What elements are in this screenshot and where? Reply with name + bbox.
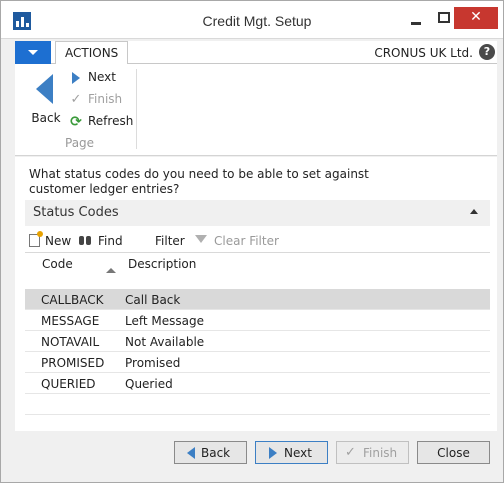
ribbon-back-button[interactable]: Back <box>29 72 63 132</box>
filter-label: Filter <box>155 234 185 248</box>
chevron-down-icon <box>28 50 38 55</box>
cell-description: Left Message <box>125 314 204 328</box>
ribbon-group-divider <box>136 69 137 149</box>
cell-code: QUERIED <box>41 377 96 391</box>
next-label: Next <box>284 446 312 460</box>
new-label: New <box>45 234 72 248</box>
minimize-icon <box>411 22 421 25</box>
company-name[interactable]: CRONUS UK Ltd. <box>374 46 473 60</box>
table-row[interactable]: CALLBACK Call Back <box>25 289 490 310</box>
table-row-empty[interactable] <box>25 394 490 415</box>
sort-ascending-icon <box>106 268 116 273</box>
clear-filter-label: Clear Filter <box>214 234 279 248</box>
table-row[interactable]: NOTAVAIL Not Available <box>25 331 490 352</box>
column-header-code[interactable]: Code <box>42 257 73 271</box>
title-bar: Credit Mgt. Setup ✕ <box>1 1 503 39</box>
fasttab-title: Status Codes <box>33 205 119 220</box>
column-header-description[interactable]: Description <box>128 257 196 271</box>
cell-code: CALLBACK <box>41 293 104 307</box>
minimize-button[interactable] <box>402 7 430 29</box>
ribbon-next-label: Next <box>88 70 116 84</box>
application-menu-button[interactable] <box>15 41 51 64</box>
cell-description: Queried <box>125 377 173 391</box>
back-label: Back <box>201 446 231 460</box>
checkmark-icon: ✓ <box>70 92 82 107</box>
table-row[interactable]: QUERIED Queried <box>25 373 490 394</box>
find-button[interactable]: Find <box>79 234 123 248</box>
tab-actions[interactable]: ACTIONS <box>55 41 129 65</box>
next-arrow-icon <box>269 447 277 459</box>
wizard-content: What status codes do you need to be able… <box>15 157 497 431</box>
clear-filter-button: Clear Filter <box>195 234 279 248</box>
subpage-action-bar: New Find Filter Clear Filter <box>25 231 490 253</box>
dialog-window: Credit Mgt. Setup ✕ ACTIONS CRONUS UK Lt… <box>0 0 504 483</box>
cell-code: MESSAGE <box>41 314 100 328</box>
clear-filter-icon <box>195 234 209 247</box>
help-icon[interactable]: ? <box>479 44 495 60</box>
maximize-icon <box>438 12 450 23</box>
table-header: Code Description <box>25 253 490 283</box>
table-body: CALLBACK Call Back MESSAGE Left Message … <box>25 289 490 415</box>
checkmark-icon: ✓ <box>345 445 356 460</box>
collapse-icon[interactable] <box>470 209 478 214</box>
close-label: Close <box>437 446 470 460</box>
finish-button: ✓ Finish <box>336 441 409 464</box>
close-window-button[interactable]: ✕ <box>454 7 498 29</box>
cell-code: NOTAVAIL <box>41 335 100 349</box>
cell-description: Not Available <box>125 335 205 349</box>
close-icon: ✕ <box>470 9 482 25</box>
finish-label: Finish <box>363 446 398 460</box>
ribbon-tab-strip: ACTIONS CRONUS UK Ltd. ? <box>15 41 497 65</box>
ribbon-finish-label: Finish <box>88 92 123 106</box>
find-label: Find <box>98 234 123 248</box>
new-document-icon <box>29 231 43 247</box>
close-button[interactable]: Close <box>417 441 490 464</box>
back-arrow-icon <box>36 74 53 104</box>
ribbon-group-label: Page <box>65 136 95 150</box>
table-row[interactable]: MESSAGE Left Message <box>25 310 490 331</box>
next-arrow-icon <box>69 71 83 85</box>
back-arrow-icon <box>187 447 195 459</box>
cell-description: Promised <box>125 356 181 370</box>
wizard-footer: Back Next ✓ Finish Close <box>1 432 503 482</box>
back-button[interactable]: Back <box>174 441 247 464</box>
filter-button[interactable]: Filter <box>155 234 185 248</box>
ribbon-back-label: Back <box>31 111 61 125</box>
cell-code: PROMISED <box>41 356 105 370</box>
fasttab-status-codes[interactable]: Status Codes <box>25 200 490 226</box>
cell-description: Call Back <box>125 293 181 307</box>
next-button[interactable]: Next <box>255 441 328 464</box>
new-button[interactable]: New <box>29 231 72 248</box>
binoculars-icon <box>79 234 93 247</box>
ribbon-refresh-label: Refresh <box>88 114 134 128</box>
ribbon-body: Back Next ✓ Finish ⟳ Refresh Page <box>15 64 497 156</box>
question-text: What status codes do you need to be able… <box>29 167 369 196</box>
refresh-icon: ⟳ <box>70 114 82 130</box>
table-row[interactable]: PROMISED Promised <box>25 352 490 373</box>
